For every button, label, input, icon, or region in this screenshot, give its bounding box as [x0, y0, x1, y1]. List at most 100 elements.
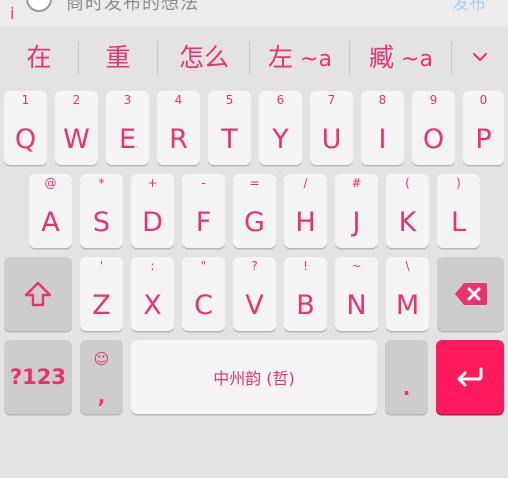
key-letter: G — [244, 207, 265, 238]
key-z[interactable]: ' Z — [80, 257, 123, 331]
key-u[interactable]: 7U — [310, 91, 353, 165]
key-hint: 9 — [429, 93, 438, 107]
key-l[interactable]: ) L — [437, 174, 480, 248]
key-letter: E — [118, 124, 137, 155]
candidate-item[interactable]: 在 — [14, 27, 64, 89]
symbols-key-content: ?123 — [4, 340, 72, 414]
candidate-bar: 在 重 怎么 左 ~a 臧 ~a — [0, 27, 508, 89]
composing-text: 商时发布的想法 — [66, 0, 199, 14]
period-key[interactable]: . — [385, 340, 428, 414]
candidate-text: 重 — [105, 43, 131, 72]
key-w[interactable]: 2W — [55, 91, 98, 165]
candidate-separator — [451, 41, 452, 75]
candidate-text: 臧 — [369, 43, 395, 72]
key-m[interactable]: \ M — [386, 257, 429, 331]
comma-key[interactable]: ☺ , — [80, 340, 123, 414]
key-hint: * — [98, 176, 105, 190]
key-p[interactable]: 0P — [463, 91, 504, 165]
candidate-text: 左 — [268, 43, 294, 72]
key-e[interactable]: 3E — [106, 91, 149, 165]
key-hint: = — [249, 176, 260, 190]
key-letter: N — [346, 290, 367, 321]
key-hint: 4 — [174, 93, 183, 107]
key-d[interactable]: + D — [131, 174, 174, 248]
key-hint: 7 — [327, 93, 336, 107]
candidate-item[interactable]: 怎么 — [168, 27, 240, 89]
key-letter: U — [321, 124, 342, 155]
shift-key-content — [4, 257, 72, 331]
key-hint: 8 — [378, 93, 387, 107]
key-letter: B — [296, 290, 315, 321]
key-letter: P — [475, 124, 492, 155]
backspace-key[interactable] — [437, 257, 504, 331]
key-j[interactable]: # J — [335, 174, 378, 248]
key-c[interactable]: " C — [182, 257, 225, 331]
radio-button[interactable] — [26, 0, 52, 12]
backspace-key-content — [437, 257, 504, 331]
candidate-text: 怎么 — [178, 43, 229, 72]
space-key[interactable]: 中州韵 (哲) — [131, 340, 377, 414]
key-x[interactable]: :X — [131, 257, 174, 331]
key-hint: \ — [405, 259, 410, 273]
key-letter: C — [194, 290, 213, 321]
publish-button[interactable]: 发布 — [452, 0, 486, 14]
enter-key[interactable] — [436, 340, 504, 414]
key-y[interactable]: 6Y — [259, 91, 302, 165]
candidate-item[interactable]: 重 — [92, 27, 144, 89]
shift-key[interactable] — [4, 257, 72, 331]
key-k[interactable]: (K — [386, 174, 429, 248]
key-hint: @ — [44, 176, 57, 190]
key-letter: J — [352, 207, 361, 238]
key-hint: 1 — [21, 93, 30, 107]
backspace-icon — [454, 283, 487, 305]
candidate-separator — [249, 41, 250, 75]
expand-candidates-button[interactable] — [462, 27, 498, 89]
key-hint: 2 — [72, 93, 81, 107]
symbols-key-label: ?123 — [9, 365, 67, 389]
text-cursor: i — [10, 4, 15, 23]
key-n[interactable]: ~ N — [335, 257, 378, 331]
key-a[interactable]: @ A — [29, 174, 72, 248]
key-hint: : — [150, 259, 155, 273]
symbols-key[interactable]: ?123 — [4, 340, 72, 414]
shift-icon — [24, 281, 52, 307]
key-letter: W — [63, 124, 90, 155]
key-letter: Y — [272, 124, 289, 155]
key-hint: " — [200, 259, 207, 273]
key-hint: ' — [99, 259, 104, 273]
key-r[interactable]: 4R — [157, 91, 200, 165]
key-hint: 6 — [276, 93, 285, 107]
key-hint: # — [351, 176, 362, 190]
key-t[interactable]: 5T — [208, 91, 251, 165]
candidate-separator — [157, 41, 158, 75]
candidate-text: 在 — [26, 43, 52, 72]
key-letter: F — [195, 207, 212, 238]
key-h[interactable]: / H — [284, 174, 327, 248]
key-letter: K — [398, 207, 417, 238]
key-i[interactable]: 8I — [361, 91, 404, 165]
space-key-label: 中州韵 (哲) — [213, 369, 295, 388]
chevron-down-icon — [473, 53, 487, 61]
candidate-item[interactable]: 臧 ~a — [358, 27, 444, 89]
key-v[interactable]: ? V — [233, 257, 276, 331]
key-letter: V — [245, 290, 264, 321]
key-q[interactable]: 1Q — [4, 91, 47, 165]
key-letter: Z — [92, 290, 111, 321]
key-s[interactable]: * S — [80, 174, 123, 248]
key-o[interactable]: 9O — [412, 91, 455, 165]
key-letter: M — [395, 290, 420, 321]
key-hint: 5 — [225, 93, 234, 107]
key-f[interactable]: -F — [182, 174, 225, 248]
candidate-item[interactable]: 左 ~a — [258, 27, 342, 89]
key-b[interactable]: ! B — [284, 257, 327, 331]
key-letter: T — [221, 124, 238, 155]
key-letter: S — [92, 207, 111, 238]
comma-label: , — [97, 384, 106, 408]
key-hint: ? — [251, 259, 258, 273]
key-g[interactable]: = G — [233, 174, 276, 248]
key-hint: 0 — [479, 93, 488, 107]
composing-strip: i 商时发布的想法 发布 — [0, 0, 508, 27]
candidate-suffix: ~a — [293, 47, 332, 72]
space-key-content: 中州韵 (哲) — [131, 340, 377, 414]
key-letter: Q — [14, 124, 37, 155]
